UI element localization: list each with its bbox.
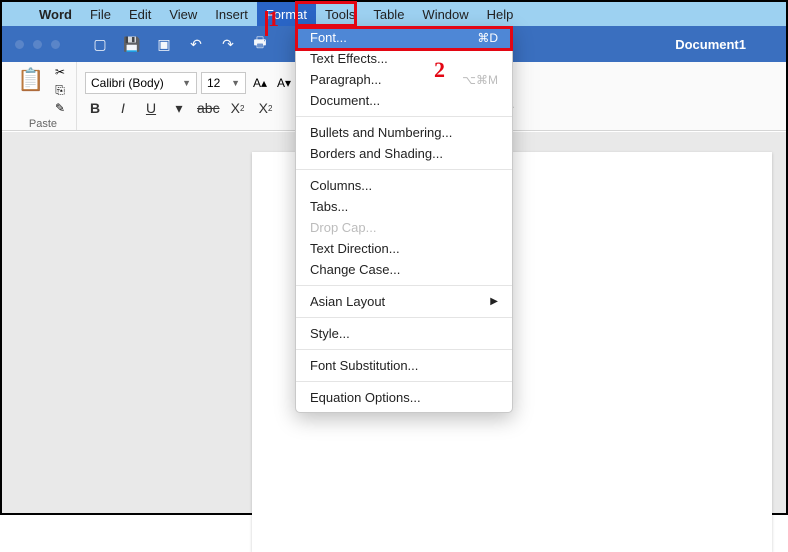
- menu-separator: [296, 285, 512, 286]
- menu-item-label: Document...: [310, 93, 380, 108]
- menu-file[interactable]: File: [81, 2, 120, 26]
- cut-icon[interactable]: ✂: [50, 64, 70, 80]
- paste-group: 📋 ✂ ⎘ ✎ Paste: [10, 62, 77, 130]
- underline-button[interactable]: U: [141, 98, 161, 118]
- menu-item-label: Font Substitution...: [310, 358, 418, 373]
- underline-dd-icon[interactable]: ▾: [169, 98, 189, 118]
- italic-button[interactable]: I: [113, 98, 133, 118]
- menu-item-label: Tabs...: [310, 199, 348, 214]
- menu-item[interactable]: Document...: [296, 90, 512, 111]
- menu-item: Drop Cap...: [296, 217, 512, 238]
- font-select[interactable]: Calibri (Body) ▼: [85, 72, 197, 94]
- menu-item[interactable]: Equation Options...: [296, 387, 512, 408]
- menu-item[interactable]: Text Direction...: [296, 238, 512, 259]
- menu-shortcut: ⌘D: [477, 31, 498, 45]
- menu-item-label: Bullets and Numbering...: [310, 125, 452, 140]
- menu-item[interactable]: Style...: [296, 323, 512, 344]
- traffic-lights: [2, 39, 73, 50]
- bold-button[interactable]: B: [85, 98, 105, 118]
- menu-item[interactable]: Font Substitution...: [296, 355, 512, 376]
- redo-icon[interactable]: ↷: [219, 35, 237, 53]
- menu-item-label: Asian Layout: [310, 294, 385, 309]
- paste-icon[interactable]: 📋: [16, 64, 46, 96]
- menu-separator: [296, 116, 512, 117]
- font-size-value: 12: [207, 76, 220, 90]
- menu-window[interactable]: Window: [413, 2, 477, 26]
- increase-size-button[interactable]: A▴: [250, 76, 270, 90]
- chevron-right-icon: ▶: [490, 296, 498, 307]
- save-icon[interactable]: 💾: [123, 35, 141, 53]
- max-dot[interactable]: [50, 39, 61, 50]
- copy-icon[interactable]: ⎘: [50, 82, 70, 98]
- menu-item[interactable]: Asian Layout ▶: [296, 291, 512, 312]
- paste-label: Paste: [29, 118, 57, 130]
- menu-item-label: Borders and Shading...: [310, 146, 443, 161]
- menu-item-label: Text Effects...: [310, 51, 388, 66]
- close-dot[interactable]: [14, 39, 25, 50]
- menu-item-label: Columns...: [310, 178, 372, 193]
- font-name-value: Calibri (Body): [91, 76, 164, 90]
- menu-table[interactable]: Table: [364, 2, 413, 26]
- app-name[interactable]: Word: [30, 7, 81, 22]
- menu-edit[interactable]: Edit: [120, 2, 160, 26]
- subscript-button[interactable]: X2: [228, 98, 248, 118]
- menu-insert[interactable]: Insert: [206, 2, 257, 26]
- menu-item[interactable]: Bullets and Numbering...: [296, 122, 512, 143]
- menu-item[interactable]: Font... ⌘D: [296, 27, 512, 48]
- format-dropdown: Font... ⌘D Text Effects... Paragraph... ⌥⌘M D…: [295, 26, 513, 413]
- menu-separator: [296, 169, 512, 170]
- menu-tools[interactable]: Tools: [316, 2, 364, 26]
- menu-shortcut: ⌥⌘M: [462, 73, 498, 87]
- menu-help[interactable]: Help: [478, 2, 523, 26]
- menu-item-label: Change Case...: [310, 262, 400, 277]
- menu-item[interactable]: Borders and Shading...: [296, 143, 512, 164]
- menu-item[interactable]: Text Effects...: [296, 48, 512, 69]
- menu-item[interactable]: Paragraph... ⌥⌘M: [296, 69, 512, 90]
- home-icon[interactable]: ▢: [91, 35, 109, 53]
- annotation-num-1: 1: [268, 6, 279, 32]
- menu-separator: [296, 381, 512, 382]
- min-dot[interactable]: [32, 39, 43, 50]
- format-painter-icon[interactable]: ✎: [50, 100, 70, 116]
- menu-item-label: Drop Cap...: [310, 220, 376, 235]
- menu-item-label: Style...: [310, 326, 350, 341]
- menu-item-label: Equation Options...: [310, 390, 421, 405]
- doc-title: Document1: [675, 37, 786, 52]
- annotation-num-2: 2: [434, 57, 445, 83]
- decrease-size-button[interactable]: A▾: [274, 76, 294, 90]
- menu-item-label: Font...: [310, 30, 347, 45]
- size-select[interactable]: 12 ▼: [201, 72, 246, 94]
- menu-view[interactable]: View: [160, 2, 206, 26]
- menu-separator: [296, 317, 512, 318]
- menu-item-label: Text Direction...: [310, 241, 400, 256]
- print-icon[interactable]: 🖶: [251, 35, 269, 53]
- menu-item[interactable]: Tabs...: [296, 196, 512, 217]
- menu-separator: [296, 349, 512, 350]
- strike-button[interactable]: abc: [197, 98, 220, 118]
- chevron-down-icon: ▼: [231, 78, 240, 88]
- menu-item[interactable]: Change Case...: [296, 259, 512, 280]
- menu-item[interactable]: Columns...: [296, 175, 512, 196]
- open-icon[interactable]: ▣: [155, 35, 173, 53]
- chevron-down-icon: ▼: [182, 78, 191, 88]
- undo-icon[interactable]: ↶: [187, 35, 205, 53]
- superscript-button[interactable]: X2: [256, 98, 276, 118]
- mac-menubar: Word File Edit View Insert Format Tools …: [2, 2, 786, 26]
- menu-item-label: Paragraph...: [310, 72, 382, 87]
